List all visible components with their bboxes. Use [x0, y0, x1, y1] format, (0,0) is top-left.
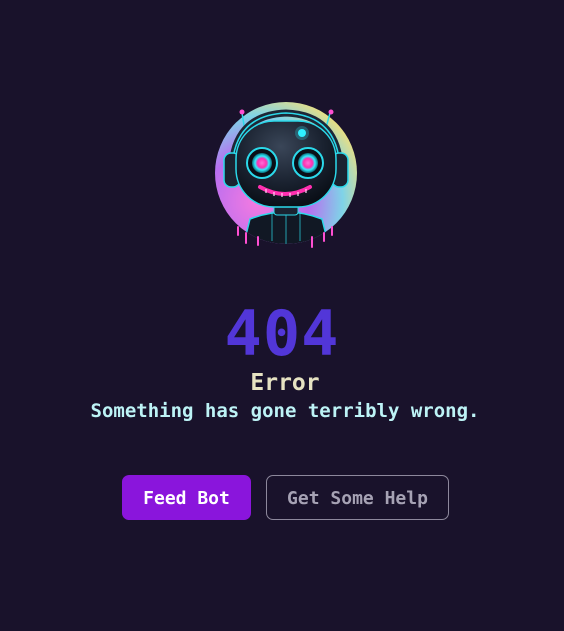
robot-avatar	[212, 101, 360, 249]
feed-bot-button[interactable]: Feed Bot	[122, 475, 251, 520]
get-help-button[interactable]: Get Some Help	[266, 475, 449, 520]
error-code: 404	[224, 297, 340, 370]
error-message: Something has gone terribly wrong.	[90, 400, 480, 422]
error-page: 404 Error Something has gone terribly wr…	[0, 0, 564, 631]
robot-headphones-icon	[215, 102, 357, 248]
error-title: Error	[250, 370, 320, 396]
